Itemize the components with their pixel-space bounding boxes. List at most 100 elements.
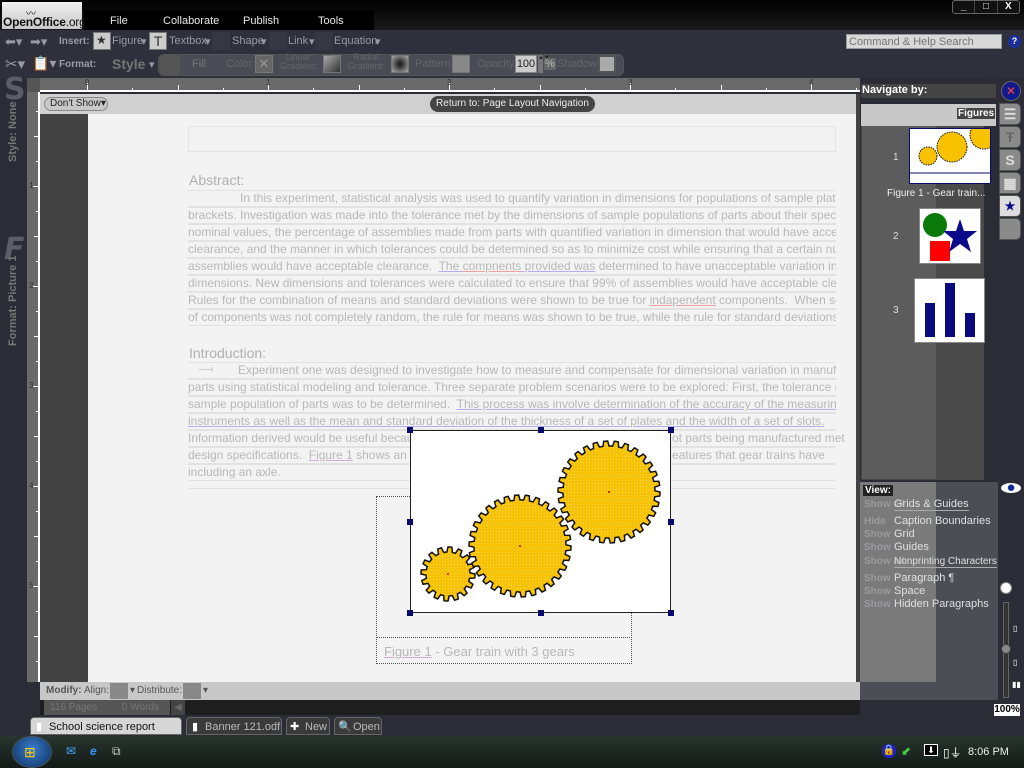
chevron-down-icon[interactable]: ▾ bbox=[203, 685, 208, 696]
abstract-line[interactable]: nominal values, the percentage of assemb… bbox=[188, 224, 836, 241]
resize-handle[interactable] bbox=[407, 610, 413, 616]
close-button[interactable]: X bbox=[996, 1, 1019, 13]
nav-item-caption[interactable]: Figure 1 - Gear train... bbox=[887, 188, 985, 199]
compass-navigator-icon[interactable]: ✕ bbox=[1001, 81, 1021, 101]
openoffice-logo[interactable]: 〰 OpenOffice.org bbox=[2, 2, 86, 29]
chevron-down-icon[interactable]: ▾ bbox=[261, 35, 267, 48]
chevron-down-icon[interactable]: ▾ bbox=[130, 685, 135, 696]
view-option-toggle[interactable]: Show all bbox=[864, 557, 905, 567]
menu-file[interactable]: File bbox=[110, 15, 128, 27]
maximize-button[interactable]: □ bbox=[974, 1, 996, 13]
figure-caption[interactable]: Figure 1 Figure 1 - Gear train with 3 ge… bbox=[384, 644, 575, 659]
view-option-toggle[interactable]: Show bbox=[864, 600, 894, 610]
style-button[interactable]: Style bbox=[112, 56, 145, 72]
resize-handle[interactable] bbox=[668, 427, 674, 433]
insert-link-button[interactable]: Link bbox=[288, 35, 308, 47]
grammar-flag[interactable]: The compnents provided was bbox=[439, 259, 596, 273]
view-option-toggle[interactable]: Hide bbox=[864, 517, 894, 527]
zoom-level[interactable]: 100% bbox=[994, 704, 1020, 716]
nav-thumbnail-bar-chart[interactable] bbox=[914, 278, 985, 343]
network-icon[interactable]: ⬋ bbox=[901, 744, 911, 758]
back-arrow-icon[interactable]: ⬅▾ bbox=[5, 34, 22, 50]
resize-handle[interactable] bbox=[668, 610, 674, 616]
open-document-button[interactable]: 🔍 Open bbox=[334, 717, 382, 735]
menu-collaborate[interactable]: Collaborate bbox=[163, 15, 219, 27]
chevron-down-icon[interactable]: ▾ bbox=[205, 35, 211, 48]
align-button[interactable] bbox=[110, 683, 128, 699]
no-color-icon[interactable]: ✕ bbox=[255, 55, 273, 73]
insert-figure-button[interactable]: Figure bbox=[112, 35, 143, 47]
view-option-toggle[interactable]: Show bbox=[864, 574, 894, 584]
opacity-spinner[interactable]: ▲▼ bbox=[538, 55, 550, 73]
horizontal-ruler[interactable]: 01234567 bbox=[27, 78, 994, 92]
abstract-line[interactable]: assemblies would have acceptable clearan… bbox=[188, 258, 836, 275]
zoom-slider-handle[interactable] bbox=[1001, 644, 1011, 654]
fill-swatch[interactable] bbox=[160, 55, 180, 75]
vertical-ruler[interactable]: 1 2 3 4 5 6 bbox=[27, 92, 40, 690]
view-option-toggle[interactable]: Show bbox=[864, 530, 894, 540]
insert-shape-button[interactable]: Shape bbox=[232, 35, 264, 47]
figure-icon[interactable]: ★ bbox=[93, 32, 111, 50]
spelling-flag[interactable]: indapendent bbox=[650, 293, 716, 307]
full-page-icon[interactable]: ▯ bbox=[1013, 658, 1017, 667]
outlook-quicklaunch-icon[interactable]: ✉ bbox=[66, 744, 76, 758]
figure-gear-train[interactable] bbox=[410, 430, 671, 613]
intro-line[interactable]: sample population of parts was to be det… bbox=[188, 396, 836, 413]
linear-gradient-icon[interactable] bbox=[323, 55, 341, 73]
tables-tab-icon[interactable]: ▦ bbox=[999, 172, 1021, 194]
textbox-icon[interactable]: T bbox=[149, 32, 167, 50]
view-option-toggle[interactable]: Show bbox=[864, 543, 894, 553]
chevron-down-icon[interactable]: ▾ bbox=[141, 35, 147, 48]
cross-reference-link[interactable]: Figure 1 bbox=[309, 448, 353, 462]
intro-line[interactable]: Experiment one was designed to investiga… bbox=[188, 362, 836, 379]
abstract-line[interactable]: Rules for the combination of means and s… bbox=[188, 292, 836, 309]
battery-icon[interactable]: ▯⏚ bbox=[943, 744, 962, 761]
view-option-toggle[interactable]: Show all bbox=[864, 500, 905, 510]
nav-thumbnail-gear-train[interactable] bbox=[909, 120, 999, 184]
page-width-icon[interactable]: ▯ bbox=[1013, 624, 1017, 633]
pages-tab-icon[interactable]: ☰ bbox=[999, 103, 1021, 125]
collapse-arrow-icon[interactable]: ◀ bbox=[171, 700, 185, 715]
view-option-toggle[interactable]: Show bbox=[864, 587, 894, 597]
resize-handle[interactable] bbox=[407, 518, 413, 525]
new-document-button[interactable]: ✚ New bbox=[286, 717, 330, 735]
start-button[interactable]: ⊞ bbox=[12, 736, 52, 768]
return-to-page-layout-button[interactable]: Return to: Page Layout Navigation bbox=[430, 96, 595, 112]
clock[interactable]: 8:06 PM bbox=[968, 746, 1009, 758]
figures-tab-icon[interactable]: ★ bbox=[999, 195, 1021, 217]
navigator-category[interactable]: Figures bbox=[957, 108, 996, 119]
chevron-down-icon[interactable]: ▾ bbox=[375, 35, 381, 48]
help-icon[interactable]: ? bbox=[1008, 35, 1021, 48]
shadow-icon[interactable] bbox=[598, 55, 616, 73]
chevron-down-icon[interactable]: ▾ bbox=[149, 58, 155, 71]
resize-handle[interactable] bbox=[668, 518, 674, 525]
clipboard-icon[interactable]: 📋▾ bbox=[32, 55, 56, 72]
abstract-heading[interactable]: Abstract: bbox=[189, 172, 244, 188]
lock-icon[interactable]: 🔒 bbox=[882, 744, 896, 758]
abstract-line[interactable]: dimensions. New dimensions and tolerance… bbox=[188, 275, 836, 292]
forward-arrow-icon[interactable]: ➡▾ bbox=[30, 34, 47, 50]
radial-gradient-icon[interactable] bbox=[391, 55, 409, 73]
nav-thumbnail-shapes[interactable] bbox=[919, 208, 981, 264]
switch-windows-icon[interactable]: ⧉ bbox=[112, 744, 121, 759]
eye-icon[interactable]: ● bbox=[1001, 480, 1021, 495]
abstract-line[interactable]: brackets. Investigation was made into th… bbox=[188, 207, 836, 224]
insert-textbox-button[interactable]: Textbox bbox=[169, 35, 207, 47]
intro-line[interactable]: instruments as well as the mean and stan… bbox=[188, 413, 836, 430]
header-frame[interactable] bbox=[188, 126, 836, 152]
more-tab[interactable] bbox=[999, 218, 1021, 240]
zoom-magnifier-icon[interactable] bbox=[1000, 582, 1012, 594]
command-help-search-input[interactable] bbox=[846, 34, 1002, 49]
resize-handle[interactable] bbox=[407, 427, 413, 433]
menu-publish[interactable]: Publish bbox=[243, 15, 279, 27]
opacity-input[interactable]: 100 bbox=[515, 55, 537, 73]
tab-banner-121[interactable]: ▮ Banner 121.odf bbox=[186, 717, 282, 735]
tab-school-science-report[interactable]: ▮School science report 1.odf bbox=[30, 717, 182, 751]
abstract-line[interactable]: clearance, and the manner in which toler… bbox=[188, 241, 836, 258]
fill-button[interactable]: Fill bbox=[192, 58, 206, 70]
insert-equation-button[interactable]: Equation bbox=[334, 35, 377, 47]
pattern-icon[interactable] bbox=[452, 55, 470, 73]
grammar-flag[interactable]: This process was involve determination o… bbox=[457, 397, 836, 411]
internet-explorer-icon[interactable]: e bbox=[90, 744, 97, 758]
scissors-icon[interactable]: ✂▾ bbox=[5, 55, 25, 73]
